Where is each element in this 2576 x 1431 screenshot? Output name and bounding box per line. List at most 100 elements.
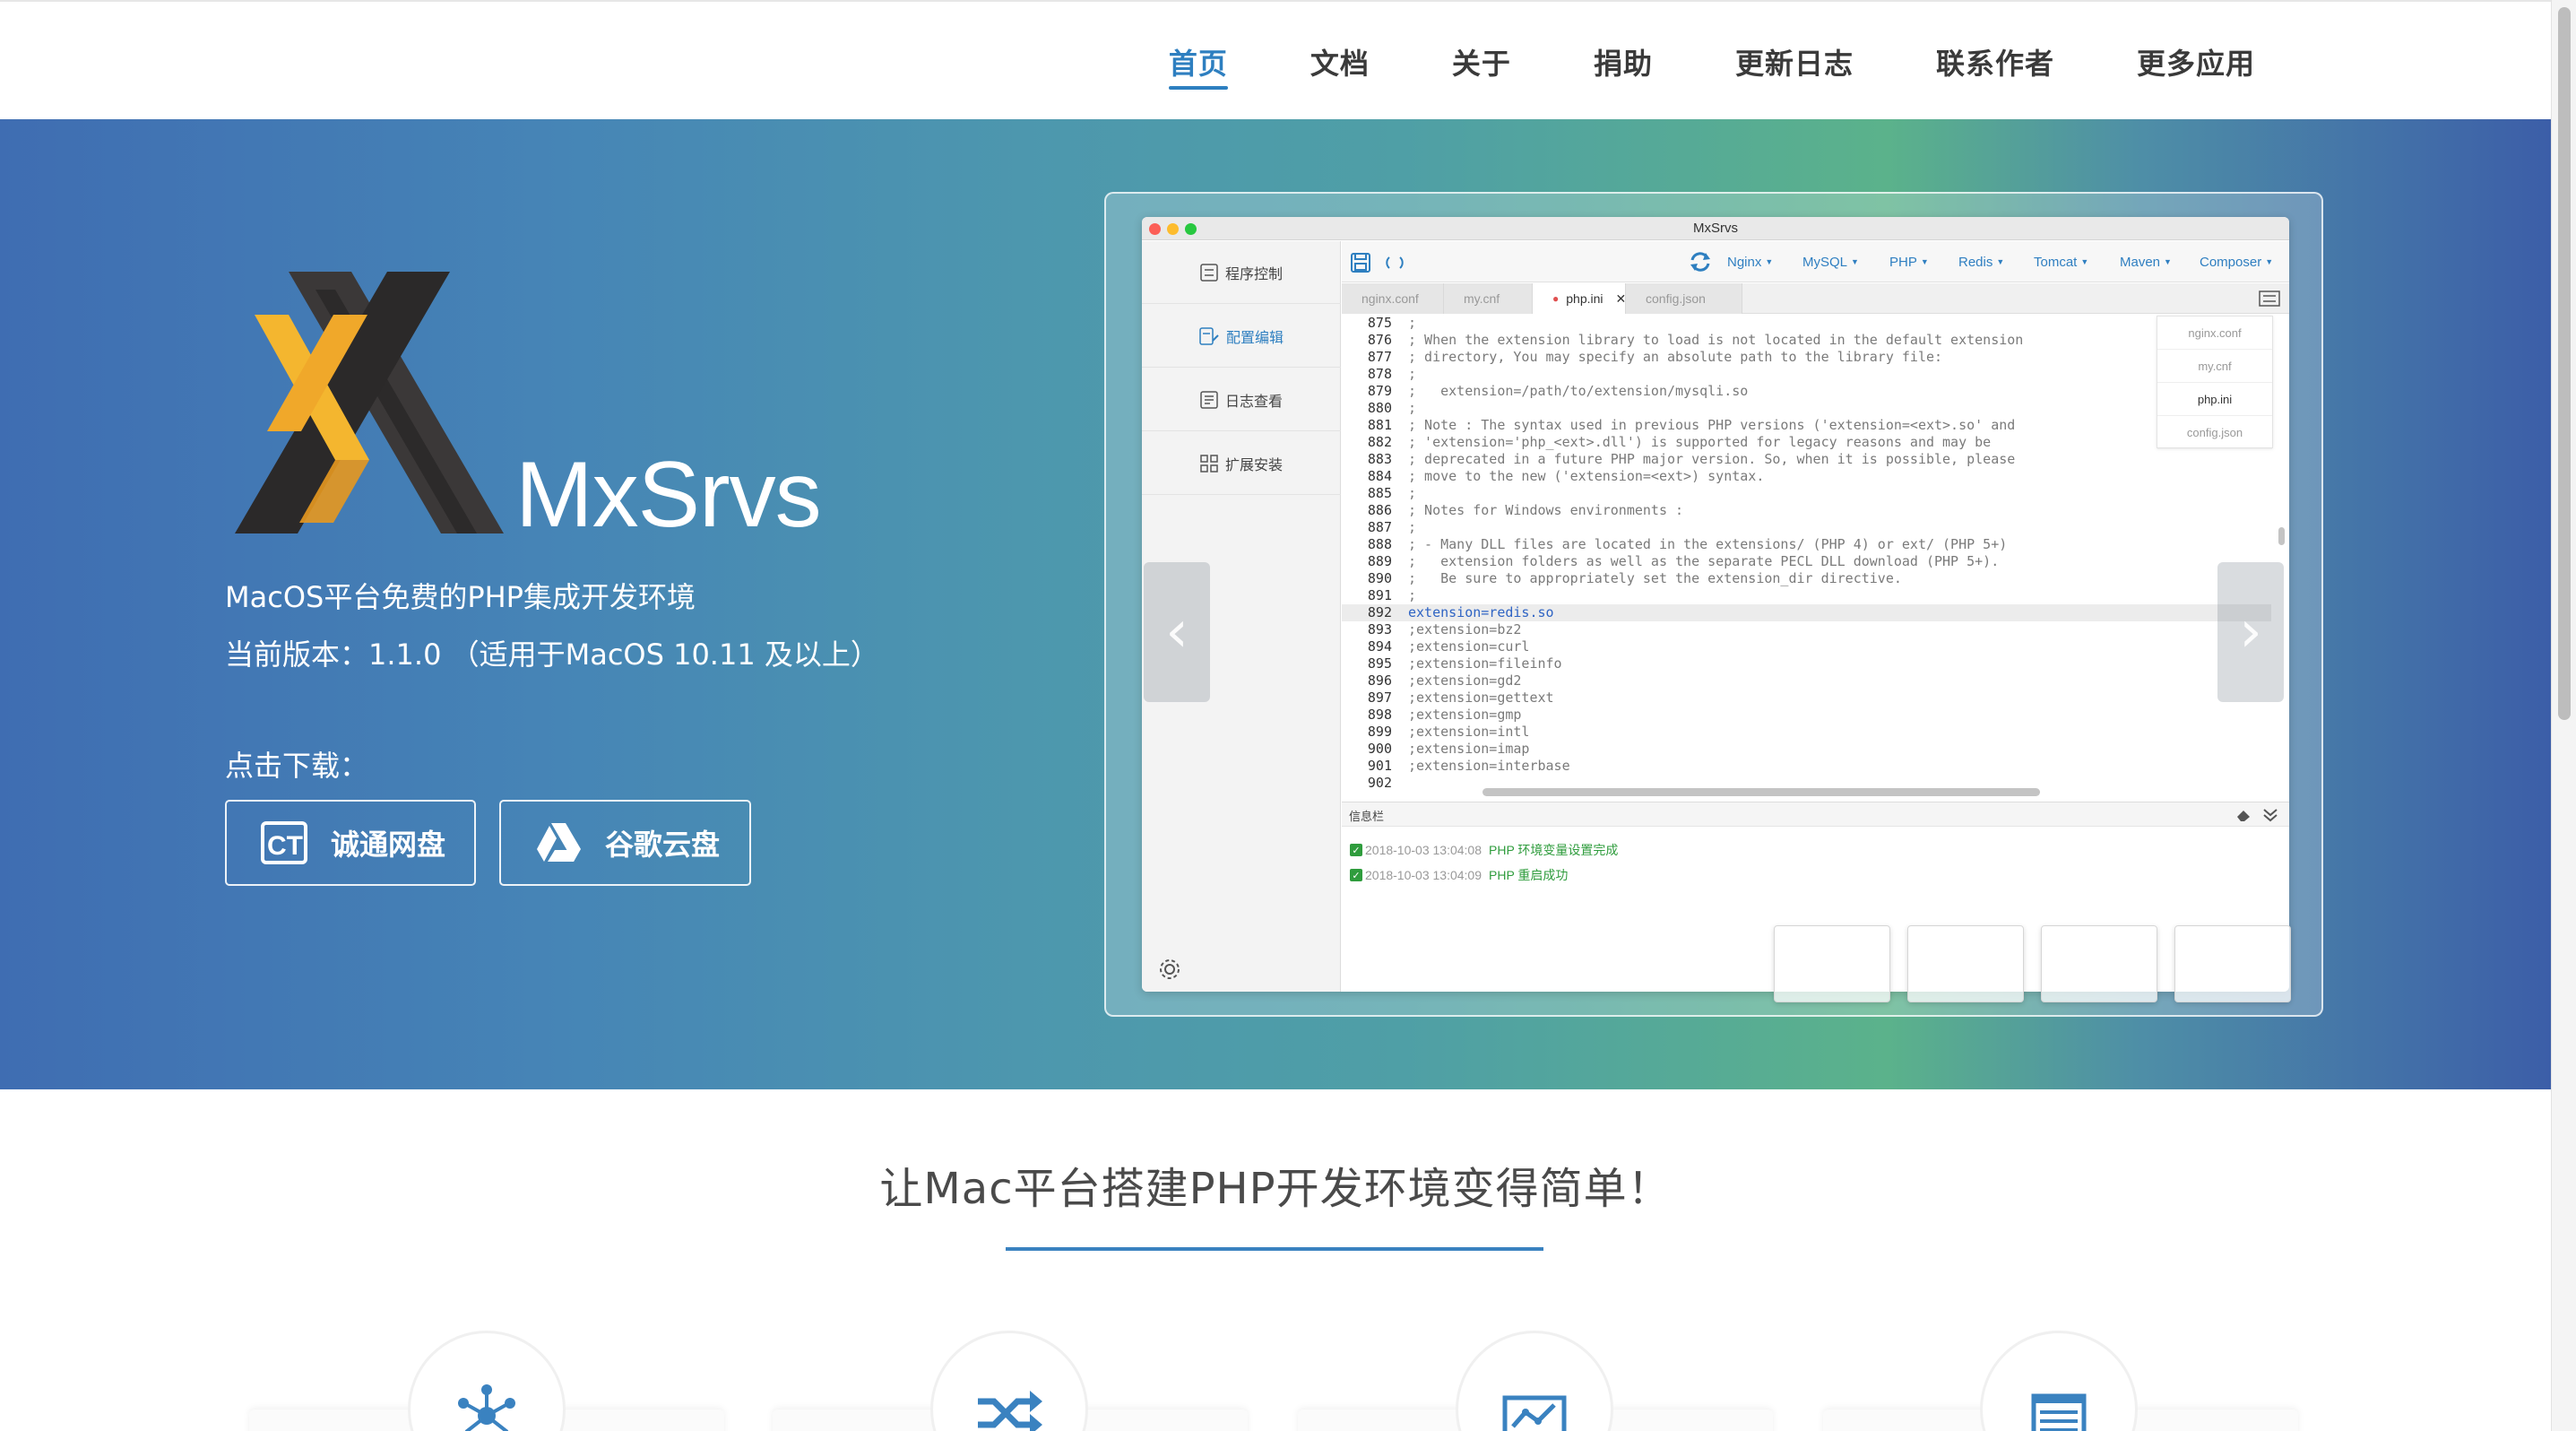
nav-docs[interactable]: 文档 xyxy=(1310,29,1370,95)
tab-config-json[interactable]: config.json xyxy=(1626,283,1742,314)
menu-php[interactable]: PHP ▼ xyxy=(1889,241,1929,282)
line-number: 889 xyxy=(1367,553,1392,569)
code-line[interactable]: 888 ; - Many DLL files are located in the… xyxy=(1342,536,2271,553)
code-line[interactable]: 896 ;extension=gd2 xyxy=(1342,672,2271,689)
code-line[interactable]: 886 ; Notes for Windows environments : xyxy=(1342,502,2271,519)
code-line[interactable]: 891; xyxy=(1342,587,2271,604)
menu-tomcat[interactable]: Tomcat ▼ xyxy=(2034,241,2088,282)
code-line[interactable]: 898 ;extension=gmp xyxy=(1342,707,2271,724)
code-line[interactable]: 881 ; Note : The syntax used in previous … xyxy=(1342,417,2271,434)
line-text: ; move to the new ('extension=<ext>) syn… xyxy=(1408,468,1765,484)
page-scrollbar-thumb[interactable] xyxy=(2558,7,2571,720)
window-titlebar: MxSrvs xyxy=(1142,217,2289,240)
line-text: ; extension=/path/to/extension/mysqli.so xyxy=(1408,383,1749,399)
sidebar-item-program-control[interactable]: 程序控制 xyxy=(1142,241,1341,304)
carousel-next-button[interactable]: › xyxy=(2217,562,2284,702)
download-ctfile-button[interactable]: CT 诚通网盘 xyxy=(225,800,476,886)
code-line[interactable]: 899 ;extension=intl xyxy=(1342,724,2271,741)
code-line[interactable]: 900 ;extension=imap xyxy=(1342,741,2271,758)
line-text: ; directory, You may specify an absolute… xyxy=(1408,349,1943,365)
nav-contact[interactable]: 联系作者 xyxy=(1936,29,2054,95)
code-line[interactable]: 895 ;extension=fileinfo xyxy=(1342,655,2271,672)
line-number: 890 xyxy=(1367,570,1392,586)
code-line[interactable]: 875; xyxy=(1342,315,2271,332)
page-scrollbar[interactable] xyxy=(2551,0,2576,1431)
clear-log-icon[interactable] xyxy=(2235,808,2252,822)
code-line[interactable]: 902 xyxy=(1342,775,2271,788)
modified-dot-icon: ● xyxy=(1552,292,1560,305)
carousel-prev-button[interactable]: ‹ xyxy=(1144,562,1210,702)
file-nginx-conf[interactable]: nginx.conf xyxy=(2157,317,2272,350)
line-text: ;extension=interbase xyxy=(1408,758,1570,774)
file-php-ini[interactable]: php.ini xyxy=(2157,383,2272,416)
line-number: 879 xyxy=(1367,383,1392,399)
tab-nginx-conf[interactable]: nginx.conf xyxy=(1342,283,1444,314)
sidebar-item-log-view[interactable]: 日志查看 xyxy=(1142,369,1341,431)
line-number: 884 xyxy=(1367,468,1392,484)
line-number: 900 xyxy=(1367,741,1392,757)
menu-nginx[interactable]: Nginx ▼ xyxy=(1727,241,1773,282)
code-line[interactable]: 885; xyxy=(1342,485,2271,502)
code-line[interactable]: 884 ; move to the new ('extension=<ext>) … xyxy=(1342,468,2271,485)
line-text: extension=redis.so xyxy=(1408,604,1554,620)
file-my-cnf[interactable]: my.cnf xyxy=(2157,350,2272,383)
save-icon[interactable] xyxy=(1351,253,1370,273)
tab-php-ini[interactable]: ● php.ini ✕ xyxy=(1533,283,1626,314)
line-number: 896 xyxy=(1367,672,1392,689)
nav-changelog[interactable]: 更新日志 xyxy=(1735,29,1854,95)
menu-mysql[interactable]: MySQL ▼ xyxy=(1802,241,1859,282)
code-line[interactable]: 892 extension=redis.so xyxy=(1342,604,2271,621)
editor-horizontal-scrollbar[interactable] xyxy=(1482,788,2040,796)
code-line[interactable]: 890 ; Be sure to appropriately set the ex… xyxy=(1342,570,2271,587)
tab-my-cnf[interactable]: my.cnf xyxy=(1444,283,1533,314)
code-line[interactable]: 878; xyxy=(1342,366,2271,383)
editor-vertical-scrollbar[interactable] xyxy=(2278,527,2285,545)
code-line[interactable]: 883 ; deprecated in a future PHP major ve… xyxy=(1342,451,2271,468)
code-line[interactable]: 893 ;extension=bz2 xyxy=(1342,621,2271,638)
sidebar-item-config-edit[interactable]: 配置编辑 xyxy=(1142,305,1341,368)
code-line[interactable]: 882 ; 'extension='php_<ext>.dll') is supp… xyxy=(1342,434,2271,451)
carousel-thumbnail[interactable] xyxy=(1774,925,1890,1002)
collapse-icon[interactable] xyxy=(2262,808,2278,822)
menu-redis[interactable]: Redis ▼ xyxy=(1958,241,2004,282)
settings-gear-icon[interactable] xyxy=(1158,958,1181,981)
info-bar-label: 信息栏 xyxy=(1349,811,1385,824)
code-line[interactable]: 887; xyxy=(1342,519,2271,536)
file-list-toggle-icon[interactable] xyxy=(2259,291,2280,307)
reload-icon[interactable] xyxy=(1385,253,1405,273)
code-line[interactable]: 877 ; directory, You may specify an absol… xyxy=(1342,349,2271,366)
code-line[interactable]: 880; xyxy=(1342,400,2271,417)
nav-home[interactable]: 首页 xyxy=(1168,29,1228,95)
line-text: ;extension=gettext xyxy=(1408,689,1554,706)
sidebar-item-extension-install[interactable]: 扩展安装 xyxy=(1142,432,1341,495)
file-config-json[interactable]: config.json xyxy=(2157,416,2272,449)
extensions-icon xyxy=(1200,454,1218,473)
code-editor[interactable]: 875; 876; When the extension library to l… xyxy=(1342,315,2271,788)
screenshot-carousel: MxSrvs 程序控制 配置编辑 日志查看 扩展安装 Nginx ▼ MySQL… xyxy=(1104,192,2323,1017)
carousel-thumbnail[interactable] xyxy=(1907,925,2024,1002)
close-tab-icon[interactable]: ✕ xyxy=(1616,291,1627,307)
code-line[interactable]: 894 ;extension=curl xyxy=(1342,638,2271,655)
carousel-thumbnail[interactable] xyxy=(2041,925,2157,1002)
code-line[interactable]: 879 ; extension=/path/to/extension/mysqli… xyxy=(1342,383,2271,400)
menu-maven[interactable]: Maven ▼ xyxy=(2120,241,2172,282)
download-google-drive-label: 谷歌云盘 xyxy=(605,828,721,862)
carousel-thumbnail[interactable] xyxy=(2174,925,2291,1002)
line-text: ; - Many DLL files are located in the ex… xyxy=(1408,536,2008,552)
line-number: 892 xyxy=(1367,604,1392,620)
refresh-all-icon[interactable] xyxy=(1690,252,1711,272)
line-text: ;extension=intl xyxy=(1408,724,1530,740)
code-line[interactable]: 901 ;extension=interbase xyxy=(1342,758,2271,775)
nav-more-apps[interactable]: 更多应用 xyxy=(2137,29,2255,95)
nav-donate[interactable]: 捐助 xyxy=(1594,29,1653,95)
code-line[interactable]: 897 ;extension=gettext xyxy=(1342,689,2271,707)
download-label: 点击下载： xyxy=(225,749,369,783)
code-line[interactable]: 889 ; extension folders as well as the se… xyxy=(1342,553,2271,570)
code-line[interactable]: 876 ; When the extension library to load … xyxy=(1342,332,2271,349)
nav-about[interactable]: 关于 xyxy=(1452,29,1511,95)
download-google-drive-button[interactable]: 谷歌云盘 xyxy=(499,800,751,886)
line-text: ; deprecated in a future PHP major versi… xyxy=(1408,451,2016,467)
line-text: ; xyxy=(1408,315,1417,331)
menu-composer[interactable]: Composer ▼ xyxy=(2200,241,2273,282)
line-number: 880 xyxy=(1367,400,1392,416)
